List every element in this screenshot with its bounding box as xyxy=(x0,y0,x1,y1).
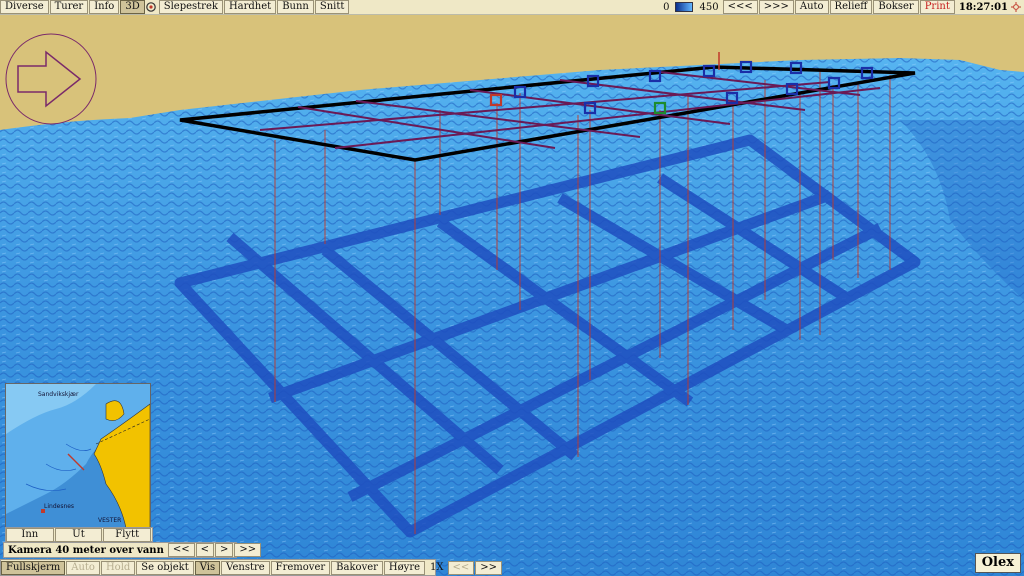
settings-icon[interactable] xyxy=(145,2,156,12)
menu-snitt[interactable]: Snitt xyxy=(314,0,350,14)
depth-max: 450 xyxy=(699,1,719,13)
zoom-back-button[interactable]: << xyxy=(447,560,475,575)
menu-diverse[interactable]: Diverse xyxy=(0,0,49,14)
fullscreen-button[interactable]: Fullskjerm xyxy=(1,560,66,575)
menu-turer[interactable]: Turer xyxy=(49,0,89,14)
overview-map[interactable]: Sandvikskjær Lindesnes VESTER xyxy=(5,383,151,529)
backward-button[interactable]: Bakover xyxy=(331,560,383,575)
menu-slepestrek[interactable]: Slepestrek xyxy=(158,0,223,14)
map-label: Sandvikskjær xyxy=(38,391,79,398)
menu-bunn[interactable]: Bunn xyxy=(277,0,314,14)
hold-toggle[interactable]: Hold xyxy=(100,560,136,575)
top-toolbar: Diverse Turer Info 3D Slepestrek Hardhet… xyxy=(0,0,1024,15)
zoom-out-button[interactable]: Ut xyxy=(54,528,103,542)
clock: 18:27:01 xyxy=(958,1,1008,13)
sun-icon[interactable] xyxy=(1011,2,1021,12)
auto-toggle[interactable]: Auto xyxy=(66,560,100,575)
menu-3d[interactable]: 3D xyxy=(120,0,145,14)
overview-map-chart: Sandvikskjær Lindesnes VESTER xyxy=(6,384,150,528)
camera-fast-back-button[interactable]: << xyxy=(167,543,195,557)
show-button[interactable]: Vis xyxy=(194,560,221,575)
move-button[interactable]: Flytt xyxy=(103,528,152,542)
camera-controls: Kamera 40 meter over vann << < > >> xyxy=(3,542,262,558)
zoom-in-button[interactable]: Inn xyxy=(6,528,54,542)
brand-logo: Olex xyxy=(974,553,1021,573)
seafloor-texture xyxy=(0,58,1024,576)
overview-map-controls: Inn Ut Flytt xyxy=(5,527,153,542)
depth-min: 0 xyxy=(663,1,670,13)
map-label: VESTER xyxy=(98,517,121,524)
nav-forward-button[interactable]: >>> xyxy=(758,0,794,14)
camera-forward-button[interactable]: > xyxy=(215,543,234,557)
forward-button[interactable]: Fremover xyxy=(270,560,331,575)
print-button[interactable]: Print xyxy=(919,0,955,14)
bottom-toolbar: Fullskjerm Auto Hold Se objekt Vis Venst… xyxy=(0,559,503,576)
right-button[interactable]: Høyre xyxy=(383,560,426,575)
see-object-button[interactable]: Se objekt xyxy=(136,560,194,575)
nav-back-button[interactable]: <<< xyxy=(722,0,758,14)
zoom-forward-button[interactable]: >> xyxy=(475,560,503,575)
camera-back-button[interactable]: < xyxy=(195,543,214,557)
auto-button[interactable]: Auto xyxy=(794,0,829,14)
map-label: Lindesnes xyxy=(44,503,74,510)
menu-info[interactable]: Info xyxy=(89,0,120,14)
relieff-button[interactable]: Relieff xyxy=(829,0,873,14)
left-button[interactable]: Venstre xyxy=(221,560,270,575)
seafloor-3d-view[interactable] xyxy=(0,0,1024,576)
depth-scale xyxy=(675,2,694,12)
camera-fast-forward-button[interactable]: >> xyxy=(234,543,262,557)
menu-hardhet[interactable]: Hardhet xyxy=(223,0,277,14)
bokser-button[interactable]: Bokser xyxy=(873,0,919,14)
zoom-level: 1X xyxy=(430,562,444,573)
camera-caption: Kamera 40 meter over vann xyxy=(8,544,164,556)
